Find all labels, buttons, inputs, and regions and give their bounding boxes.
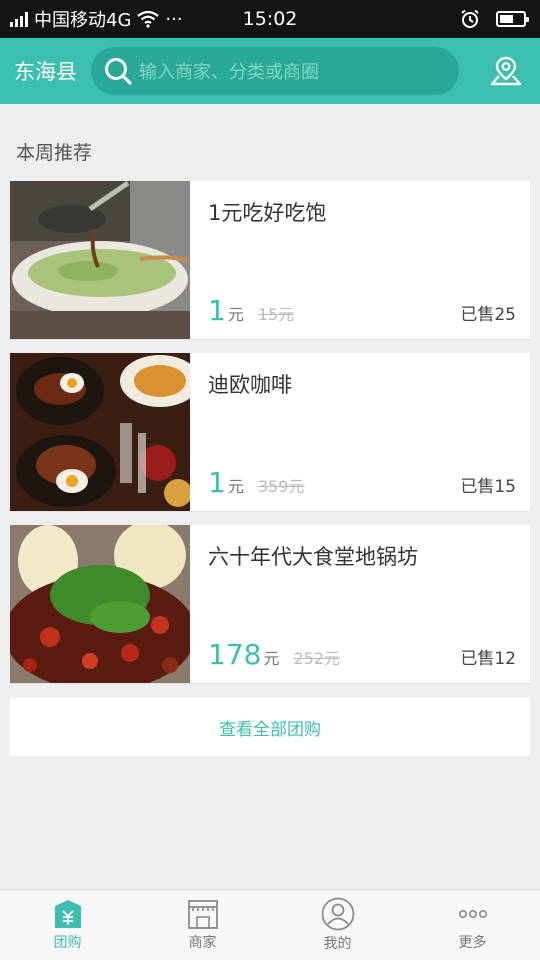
deal-title: 六十年代大食堂地锅坊 bbox=[208, 545, 418, 569]
app-header: 东海县 输入商家、分类或商圈 bbox=[0, 38, 540, 104]
deal-title: 迪欧咖啡 bbox=[208, 373, 292, 397]
price-value: 1 bbox=[208, 466, 226, 499]
map-location-button[interactable] bbox=[486, 51, 526, 91]
profile-icon bbox=[321, 897, 354, 931]
price-unit: 元 bbox=[263, 649, 280, 668]
price-unit: 元 bbox=[227, 305, 244, 324]
tab-profile[interactable]: 我的 bbox=[270, 890, 405, 960]
tab-label: 商家 bbox=[188, 935, 217, 951]
original-price: 252元 bbox=[293, 649, 341, 668]
wifi-icon bbox=[137, 10, 160, 28]
search-icon bbox=[105, 58, 132, 85]
search-bar[interactable]: 输入商家、分类或商圈 bbox=[91, 47, 459, 95]
tab-label: 团购 bbox=[53, 935, 82, 951]
deal-title: 1元吃好吃饱 bbox=[208, 201, 327, 225]
more-indicator: ··· bbox=[165, 8, 183, 30]
deal-image-steak bbox=[10, 353, 190, 511]
battery-icon bbox=[496, 11, 529, 27]
tab-stores[interactable]: 商家 bbox=[135, 890, 270, 960]
tab-more[interactable]: 更多 bbox=[405, 890, 540, 960]
deal-price: 1 元 15元 bbox=[208, 294, 294, 327]
store-icon bbox=[187, 900, 218, 929]
deal-price: 1 元 359元 bbox=[208, 466, 304, 499]
original-price: 15元 bbox=[257, 305, 295, 324]
bottom-tab-bar: 团购 商家 我的 更多 bbox=[0, 889, 540, 960]
sold-count: 已售15 bbox=[460, 477, 516, 497]
deal-card[interactable]: 六十年代大食堂地锅坊 178 元 252元 已售12 bbox=[10, 525, 530, 683]
signal-icon bbox=[10, 11, 28, 27]
sold-count: 已售12 bbox=[460, 649, 516, 669]
view-all-deals-button[interactable]: 查看全部团购 bbox=[10, 698, 530, 756]
search-input[interactable]: 输入商家、分类或商圈 bbox=[139, 58, 319, 84]
price-unit: 元 bbox=[227, 477, 244, 496]
group-buy-icon bbox=[54, 900, 81, 928]
carrier-label: 中国移动4G bbox=[34, 10, 132, 31]
original-price: 359元 bbox=[257, 477, 305, 496]
tab-label: 更多 bbox=[458, 935, 487, 951]
tab-group-buy[interactable]: 团购 bbox=[0, 890, 135, 960]
map-pin-icon bbox=[490, 56, 522, 86]
deal-card[interactable]: 1元吃好吃饱 1 元 15元 已售25 bbox=[10, 181, 530, 339]
deal-image-noodles bbox=[10, 181, 190, 339]
deal-price: 178 元 252元 bbox=[208, 638, 340, 671]
price-value: 1 bbox=[208, 294, 226, 327]
more-icon bbox=[458, 910, 487, 919]
section-title: 本周推荐 bbox=[16, 142, 93, 164]
deal-image-spicy-dish bbox=[10, 525, 190, 683]
city-selector[interactable]: 东海县 bbox=[14, 56, 77, 86]
price-value: 178 bbox=[208, 638, 262, 671]
deal-card[interactable]: 迪欧咖啡 1 元 359元 已售15 bbox=[10, 353, 530, 511]
sold-count: 已售25 bbox=[460, 305, 516, 325]
status-bar: 中国移动4G ··· 15:02 bbox=[0, 0, 540, 38]
tab-label: 我的 bbox=[323, 936, 352, 952]
alarm-icon bbox=[461, 9, 479, 28]
